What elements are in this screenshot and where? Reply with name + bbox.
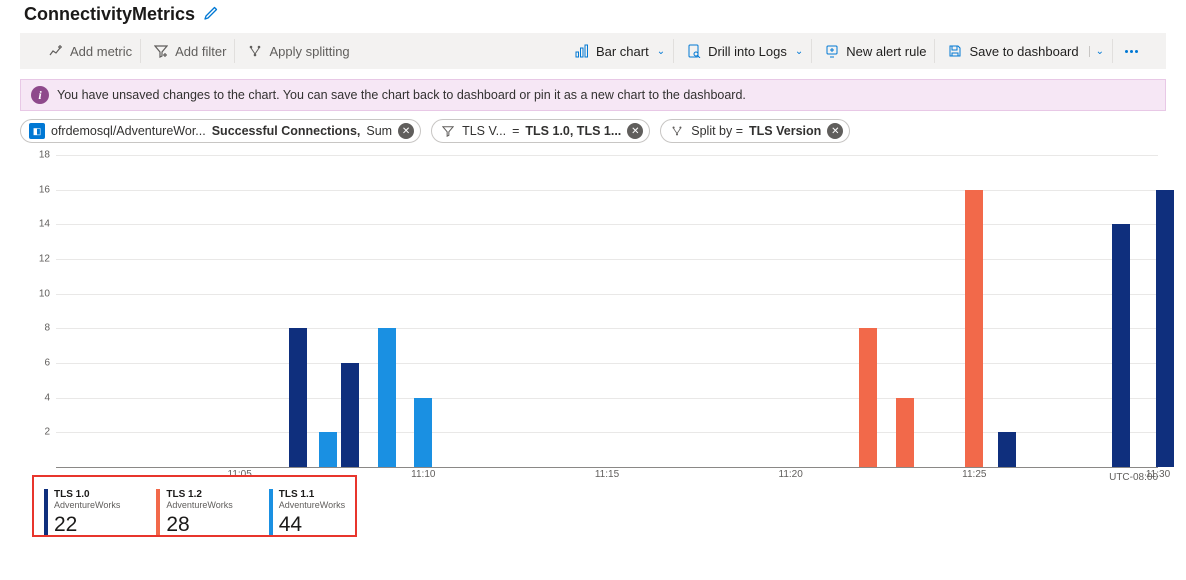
add-metric-label: Add metric [70,44,132,59]
legend-item[interactable]: TLS 1.1 AdventureWorks 44 [269,489,345,529]
close-icon[interactable]: ✕ [398,123,414,139]
metric-resource: ofrdemosql/AdventureWor... [51,124,206,138]
filter-pill[interactable]: TLS V... = TLS 1.0, TLS 1... ✕ [431,119,650,143]
chevron-down-icon: ⌄ [657,46,665,57]
bar[interactable] [1112,224,1130,467]
x-tick-label: 11:10 [411,469,435,480]
x-tick-label: 11:20 [779,469,803,480]
y-tick-label: 12 [28,254,50,265]
info-icon: i [31,86,49,104]
legend-color-swatch [156,489,160,535]
logs-icon [686,43,702,59]
legend-source: AdventureWorks [166,500,232,511]
save-dashboard-button[interactable]: Save to dashboard ⌄ [939,39,1113,63]
y-tick-label: 16 [28,184,50,195]
drill-logs-button[interactable]: Drill into Logs ⌄ [678,39,812,63]
legend-color-swatch [269,489,273,535]
new-alert-label: New alert rule [846,44,926,59]
apply-splitting-button[interactable]: Apply splitting [239,39,357,63]
apply-splitting-label: Apply splitting [269,44,349,59]
x-tick-label: 11:15 [595,469,619,480]
legend-total: 22 [54,513,120,536]
chart: 11:0511:1011:1511:2011:2511:30 UTC-08:00… [28,155,1158,485]
y-tick-label: 10 [28,288,50,299]
bar-chart-icon [574,43,590,59]
legend-total: 28 [166,513,232,536]
filter-icon [153,43,169,59]
chart-type-button[interactable]: Bar chart ⌄ [566,39,674,63]
filter-values: TLS 1.0, TLS 1... [525,124,621,138]
legend-series-name: TLS 1.1 [279,489,345,500]
drill-logs-label: Drill into Logs [708,44,787,59]
bar[interactable] [319,432,337,467]
pill-row: ◧ ofrdemosql/AdventureWor... Successful … [0,111,1186,151]
chevron-down-icon: ⌄ [1089,46,1104,57]
bar[interactable] [965,190,983,467]
edit-title-icon[interactable] [203,5,219,24]
filter-field: TLS V... [462,124,506,138]
add-filter-label: Add filter [175,44,226,59]
save-dashboard-label: Save to dashboard [969,44,1078,59]
y-tick-label: 18 [28,150,50,161]
chart-type-label: Bar chart [596,44,649,59]
add-metric-button[interactable]: Add metric [40,39,141,63]
bar[interactable] [378,328,396,467]
filter-eq: = [512,124,519,138]
unsaved-notice: i You have unsaved changes to the chart.… [20,79,1166,111]
metric-agg: Sum [366,124,392,138]
new-alert-button[interactable]: New alert rule [816,39,935,63]
legend-item[interactable]: TLS 1.0 AdventureWorks 22 [44,489,120,529]
ellipsis-icon [1125,50,1138,53]
metric-pill[interactable]: ◧ ofrdemosql/AdventureWor... Successful … [20,119,421,143]
legend-series-name: TLS 1.0 [54,489,120,500]
alert-icon [824,43,840,59]
legend-total: 44 [279,513,345,536]
add-metric-icon [48,43,64,59]
split-icon [247,43,263,59]
y-tick-label: 8 [28,323,50,334]
x-tick-label: 11:25 [962,469,986,480]
split-pill[interactable]: Split by = TLS Version ✕ [660,119,850,143]
notice-text: You have unsaved changes to the chart. Y… [57,88,746,102]
add-filter-button[interactable]: Add filter [145,39,235,63]
legend-box-highlighted: TLS 1.0 AdventureWorks 22 TLS 1.2 Advent… [32,475,357,537]
split-prefix: Split by = [691,124,743,138]
split-value: TLS Version [749,124,821,138]
bar[interactable] [1156,190,1174,467]
close-icon[interactable]: ✕ [827,123,843,139]
bar[interactable] [341,363,359,467]
legend-source: AdventureWorks [54,500,120,511]
bar[interactable] [859,328,877,467]
legend-color-swatch [44,489,48,535]
filter-icon [440,123,456,139]
legend-series-name: TLS 1.2 [166,489,232,500]
bar[interactable] [289,328,307,467]
close-icon[interactable]: ✕ [627,123,643,139]
page-title: ConnectivityMetrics [24,4,195,25]
legend-source: AdventureWorks [279,500,345,511]
toolbar: Add metric Add filter Apply splitting Ba… [20,33,1166,69]
timezone-label: UTC-08:00 [1109,472,1158,483]
y-tick-label: 2 [28,427,50,438]
chevron-down-icon: ⌄ [795,46,803,57]
save-icon [947,43,963,59]
y-tick-label: 14 [28,219,50,230]
bar[interactable] [998,432,1016,467]
y-tick-label: 4 [28,392,50,403]
more-button[interactable] [1117,39,1146,63]
metric-name: Successful Connections, [212,124,361,138]
y-tick-label: 6 [28,358,50,369]
bar[interactable] [414,398,432,467]
bar[interactable] [896,398,914,467]
legend-item[interactable]: TLS 1.2 AdventureWorks 28 [156,489,232,529]
split-icon [669,123,685,139]
sql-icon: ◧ [29,123,45,139]
